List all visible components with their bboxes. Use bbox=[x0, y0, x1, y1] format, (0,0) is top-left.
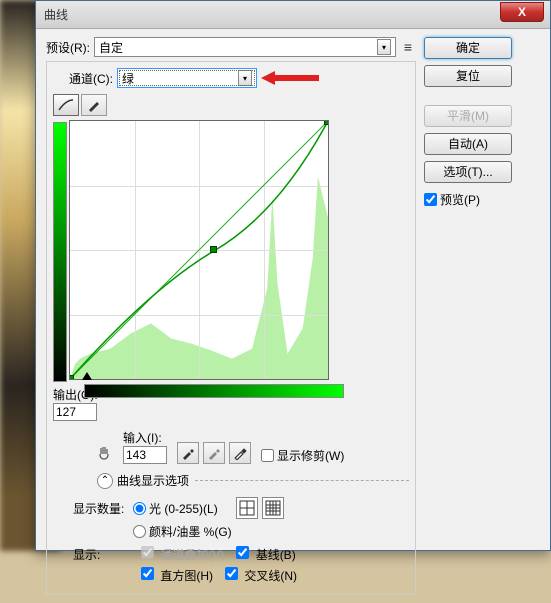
auto-button[interactable]: 自动(A) bbox=[424, 133, 512, 155]
input-field[interactable] bbox=[123, 446, 167, 464]
curve-handle-start[interactable] bbox=[69, 375, 74, 380]
black-point-slider[interactable] bbox=[82, 372, 92, 380]
channel-label: 通道(C): bbox=[69, 70, 113, 87]
smooth-button: 平滑(M) bbox=[424, 105, 512, 127]
baseline-label: 基线(B) bbox=[256, 548, 296, 562]
histogram-label: 直方图(H) bbox=[160, 569, 213, 583]
curve-line[interactable] bbox=[70, 121, 328, 379]
grid-detailed-icon[interactable] bbox=[262, 497, 284, 519]
channel-value: 绿 bbox=[122, 70, 134, 87]
output-field[interactable] bbox=[53, 403, 97, 421]
channel-overlay-checkbox bbox=[141, 546, 154, 559]
channel-overlay-label: 通道叠加(V) bbox=[160, 548, 224, 562]
intersection-label: 交叉线(N) bbox=[244, 569, 297, 583]
histogram-checkbox[interactable] bbox=[141, 567, 154, 580]
light-radio[interactable] bbox=[133, 502, 146, 515]
input-label: 输入(I): bbox=[123, 429, 167, 446]
pigment-radio[interactable] bbox=[133, 525, 146, 538]
preset-menu-icon[interactable]: ≡ bbox=[400, 39, 416, 55]
ok-button[interactable]: 确定 bbox=[424, 37, 512, 59]
preset-value: 自定 bbox=[99, 39, 123, 56]
show-clipping-checkbox[interactable] bbox=[261, 449, 274, 462]
preset-combo[interactable]: 自定 ▾ bbox=[94, 37, 396, 57]
eyedropper-black[interactable] bbox=[177, 442, 199, 464]
preview-label2: 预览(P) bbox=[440, 191, 480, 208]
eyedropper-white[interactable] bbox=[229, 442, 251, 464]
baseline-checkbox[interactable] bbox=[236, 546, 249, 559]
close-button[interactable]: X bbox=[500, 2, 544, 22]
pigment-label: 颜料/油墨 %(G) bbox=[149, 523, 232, 540]
show-label: 显示: bbox=[73, 546, 129, 563]
eyedropper-gray[interactable] bbox=[203, 442, 225, 464]
preset-label: 预设(R): bbox=[46, 39, 90, 56]
curve-display-options-label: 曲线显示选项 bbox=[117, 472, 189, 489]
grid-simple-icon[interactable] bbox=[236, 497, 258, 519]
cancel-button[interactable]: 复位 bbox=[424, 65, 512, 87]
window-title: 曲线 bbox=[44, 6, 500, 23]
annotation-arrow bbox=[261, 70, 311, 86]
curve-graph[interactable] bbox=[69, 120, 329, 380]
light-label: 光 (0-255)(L) bbox=[149, 500, 218, 517]
chevron-down-icon: ▾ bbox=[377, 39, 391, 55]
display-amount-label: 显示数量: bbox=[73, 500, 133, 517]
chevron-down-icon: ▾ bbox=[238, 70, 252, 86]
intersection-checkbox[interactable] bbox=[225, 567, 238, 580]
hand-tool-icon[interactable] bbox=[93, 442, 115, 464]
channel-combo[interactable]: 绿 ▾ bbox=[117, 68, 257, 88]
input-gradient bbox=[84, 384, 344, 398]
options-button[interactable]: 选项(T)... bbox=[424, 161, 512, 183]
curves-dialog: 曲线 X 预设(R): 自定 ▾ ≡ 通道(C): 绿 ▾ bbox=[35, 0, 551, 551]
preview-checkbox[interactable] bbox=[424, 193, 437, 206]
collapse-toggle[interactable]: ⌃ bbox=[97, 473, 113, 489]
curve-pencil-tool[interactable] bbox=[81, 94, 107, 116]
output-gradient bbox=[53, 122, 67, 382]
curve-handle-mid[interactable] bbox=[210, 246, 217, 253]
titlebar[interactable]: 曲线 X bbox=[36, 1, 550, 29]
curve-handle-end[interactable] bbox=[324, 120, 329, 125]
curve-point-tool[interactable] bbox=[53, 94, 79, 116]
show-clipping-label: 显示修剪(W) bbox=[277, 447, 344, 464]
